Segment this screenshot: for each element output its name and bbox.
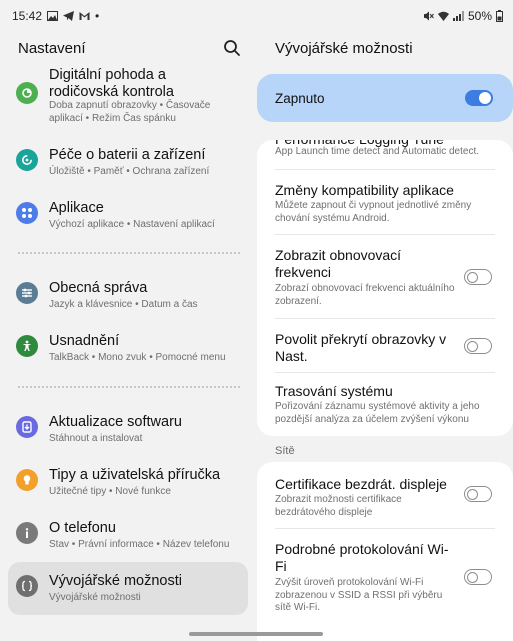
gesture-nav-handle[interactable] <box>189 632 323 636</box>
wifi-logging-toggle[interactable] <box>464 569 492 585</box>
option-subtitle: Zobrazit možnosti certifikace bezdrátové… <box>275 494 402 518</box>
device-care-icon <box>16 149 38 171</box>
master-switch-label: Zapnuto <box>275 91 325 106</box>
accessibility-icon <box>16 335 38 357</box>
option-subtitle: Pořizování záznamu systémové aktivity a … <box>275 401 480 425</box>
battery-percent: 50% <box>467 9 492 23</box>
settings-item-title: Péče o baterii a zařízení <box>49 147 206 163</box>
signal-icon <box>452 11 464 21</box>
settings-item-subtitle: Doba zapnutí obrazovky • Časovače aplika… <box>49 100 211 124</box>
status-bar: 15:42 • 50% <box>0 0 513 32</box>
settings-item-battery-care[interactable]: Péče o baterii a zařízení Úložiště • Pam… <box>8 142 248 182</box>
lightbulb-icon <box>16 469 38 491</box>
info-icon <box>16 522 38 544</box>
settings-item-title: Usnadnění <box>49 333 120 349</box>
option-wireless-display-cert[interactable]: Certifikace bezdrát. displeje Zobrazit m… <box>257 462 513 528</box>
screen-overlay-toggle[interactable] <box>464 338 492 354</box>
more-notifications-dot-icon: • <box>95 9 100 23</box>
settings-item-software-update[interactable]: Aktualizace softwaru Stáhnout a instalov… <box>8 409 248 449</box>
settings-title: Nastavení <box>18 40 86 57</box>
settings-item-subtitle: TalkBack • Mono zvuk • Pomocné menu <box>49 352 226 363</box>
sliders-icon <box>16 282 38 304</box>
settings-item-title: Tipy a uživatelská příručka <box>49 467 221 483</box>
settings-item-subtitle: Vývojářské možnosti <box>49 592 141 603</box>
option-title: Certifikace bezdrát. displeje <box>275 476 447 492</box>
option-verbose-wifi-logging[interactable]: Podrobné protokolování Wi-Fi Zvýšit úrov… <box>257 529 513 641</box>
settings-item-subtitle: Stav • Právní informace • Název telefonu <box>49 539 230 550</box>
settings-item-subtitle: Užitečné tipy • Nové funkce <box>49 486 171 497</box>
settings-item-accessibility[interactable]: Usnadnění TalkBack • Mono zvuk • Pomocné… <box>8 328 248 368</box>
refresh-rate-toggle[interactable] <box>464 269 492 285</box>
option-system-tracing[interactable]: Trasování systému Pořizování záznamu sys… <box>257 373 513 436</box>
divider <box>18 252 240 254</box>
settings-item-subtitle: Úložiště • Paměť • Ochrana zařízení <box>49 166 210 177</box>
developer-options-pane: Vývojářské možnosti Zapnuto Performance … <box>256 32 513 641</box>
option-subtitle: Můžete zapnout či vypnout jednotlivé změ… <box>275 200 472 224</box>
telegram-icon <box>63 11 75 21</box>
option-subtitle: Zvýšit úroveň protokolování Wi-Fi zobraz… <box>275 577 443 613</box>
section-header-networks: Sítě <box>275 445 295 457</box>
battery-icon <box>496 10 503 22</box>
network-options-card: Certifikace bezdrát. displeje Zobrazit m… <box>257 462 513 641</box>
settings-item-title: Aplikace <box>49 200 104 216</box>
clock: 15:42 <box>12 9 43 23</box>
settings-item-apps[interactable]: Aplikace Výchozí aplikace • Nastavení ap… <box>8 195 248 235</box>
master-switch-row[interactable]: Zapnuto <box>257 74 513 122</box>
option-subtitle: App Launch time detect and Automatic det… <box>275 146 480 157</box>
option-subtitle: Zobrazí obnovovací frekvenci aktuálního … <box>275 283 455 307</box>
settings-item-subtitle: Stáhnout a instalovat <box>49 433 143 444</box>
gmail-icon <box>79 12 90 20</box>
settings-item-title: Obecná správa <box>49 280 148 296</box>
settings-item-general-management[interactable]: Obecná správa Jazyk a klávesnice • Datum… <box>8 275 248 315</box>
wireless-display-toggle[interactable] <box>464 486 492 502</box>
settings-item-title: Vývojářské možnosti <box>49 573 182 589</box>
software-update-icon <box>16 416 38 438</box>
master-switch-toggle[interactable] <box>465 90 493 106</box>
digital-wellbeing-icon <box>16 82 38 104</box>
apps-icon <box>16 202 38 224</box>
settings-item-title: Aktualizace softwaru <box>49 414 182 430</box>
option-allow-screen-overlays[interactable]: Povolit překrytí obrazovky v Nast. <box>257 319 513 372</box>
page-title: Vývojářské možnosti <box>275 40 413 57</box>
settings-item-digital-wellbeing[interactable]: Digitální pohoda a rodičovská kontrola D… <box>8 62 248 128</box>
option-app-compat-changes[interactable]: Změny kompatibility aplikace Můžete zapn… <box>257 170 513 234</box>
settings-item-subtitle: Jazyk a klávesnice • Datum a čas <box>49 299 198 310</box>
wifi-icon <box>437 11 449 21</box>
search-icon[interactable] <box>222 38 242 58</box>
gallery-icon <box>47 11 59 21</box>
mute-icon <box>423 11 434 21</box>
settings-item-title: O telefonu <box>49 520 116 536</box>
settings-item-tips[interactable]: Tipy a uživatelská příručka Užitečné tip… <box>8 462 248 502</box>
settings-item-title: Digitální pohoda a rodičovská kontrola <box>49 67 174 100</box>
option-performance-logging[interactable]: Performance Logging Tune App Launch time… <box>257 140 513 165</box>
divider <box>18 386 240 388</box>
option-title: Zobrazit obnovovací frekvenci <box>275 247 402 280</box>
option-title: Podrobné protokolování Wi-Fi <box>275 541 449 574</box>
option-title: Povolit překrytí obrazovky v Nast. <box>275 331 447 364</box>
settings-item-subtitle: Výchozí aplikace • Nastavení aplikací <box>49 219 215 230</box>
option-title: Trasování systému <box>275 383 393 399</box>
settings-pane: Nastavení Digitální pohoda a rodičovská … <box>0 32 256 641</box>
developer-options-card: Performance Logging Tune App Launch time… <box>257 140 513 436</box>
option-show-refresh-rate[interactable]: Zobrazit obnovovací frekvenci Zobrazí ob… <box>257 235 513 318</box>
option-title: Změny kompatibility aplikace <box>275 182 454 198</box>
developer-options-icon <box>16 575 38 597</box>
settings-item-developer-options[interactable]: Vývojářské možnosti Vývojářské možnosti <box>8 568 248 608</box>
settings-item-about-phone[interactable]: O telefonu Stav • Právní informace • Náz… <box>8 515 248 555</box>
